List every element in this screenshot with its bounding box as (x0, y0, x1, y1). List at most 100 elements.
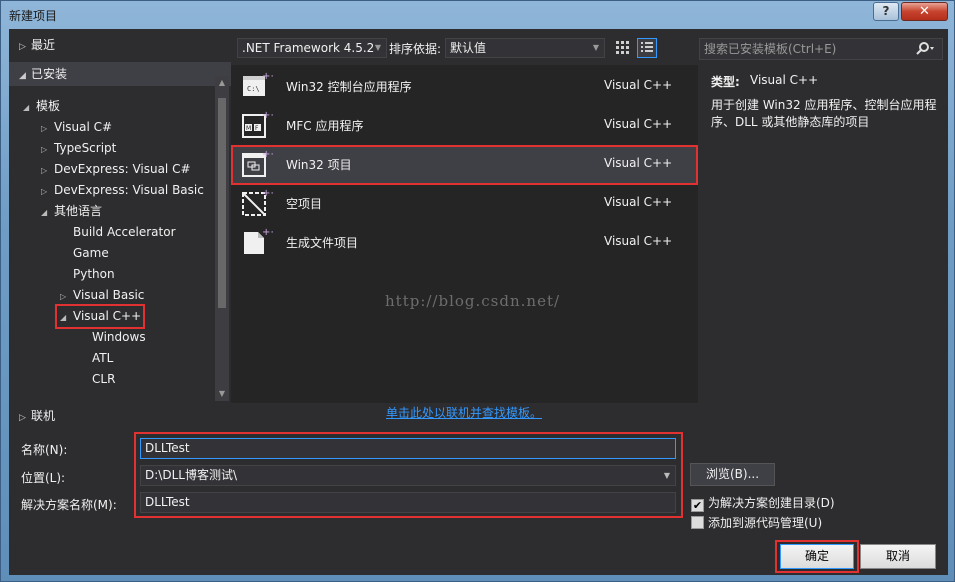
svg-text:++: ++ (262, 227, 273, 238)
empty-project-icon: ++ (241, 188, 279, 218)
template-description-panel: 类型: Visual C++ 用于创建 Win32 应用程序、控制台应用程序、D… (708, 65, 943, 403)
annotation-highlight (231, 145, 698, 185)
tree-item[interactable]: CLR (79, 369, 115, 390)
cancel-button[interactable]: 取消 (860, 544, 936, 569)
search-icon[interactable] (916, 42, 936, 56)
source-control-checkbox-row[interactable]: 添加到源代码管理(U) (691, 514, 822, 532)
tree-item-label: Game (73, 246, 109, 260)
expand-arrow-icon: ▷ (19, 413, 26, 423)
watermark-text: http://blog.csdn.net/ (385, 292, 561, 310)
sort-dropdown[interactable]: 默认值 ▼ (445, 38, 605, 58)
tree-item[interactable]: ATL (79, 348, 113, 369)
sort-label: 排序依据: (389, 42, 442, 56)
new-project-dialog: 新建项目 ? ✕ ▷ 最近 ◢ 已安装 ◢ 模板 ▷ Visual C# ▷ TypeScri… (0, 0, 955, 582)
template-item[interactable]: C:\++ Win32 控制台应用程序 Visual C++ (231, 67, 698, 106)
tree-item[interactable]: ▷ DevExpress: Visual C# (41, 159, 191, 180)
tree-item[interactable]: ◢ 模板 (23, 96, 60, 117)
tree-item-label: TypeScript (54, 141, 117, 155)
section-installed-label: 已安装 (31, 67, 68, 81)
description-text: 用于创建 Win32 应用程序、控制台应用程序、DLL 或其他静态库的项目 (711, 98, 937, 129)
title-bar: 新建项目 ? ✕ (1, 1, 955, 29)
expand-arrow-icon[interactable]: ▷ (41, 139, 54, 160)
framework-dropdown[interactable]: .NET Framework 4.5.2 ▼ (237, 38, 387, 58)
collapse-arrow-icon[interactable]: ◢ (41, 202, 54, 223)
source-control-label: 添加到源代码管理(U) (708, 516, 823, 530)
source-control-checkbox[interactable] (691, 516, 704, 529)
expand-arrow-icon: ▷ (19, 42, 26, 52)
tree-item-label: DevExpress: Visual C# (54, 162, 191, 176)
close-button[interactable]: ✕ (901, 2, 948, 21)
tree-item[interactable]: Windows (79, 327, 146, 348)
mfc-app-icon: MF++ (241, 110, 279, 140)
svg-text:M: M (246, 125, 251, 132)
makefile-project-icon: ++ (241, 227, 279, 257)
tree-item-label: Python (73, 267, 115, 281)
browse-button[interactable]: 浏览(B)... (690, 463, 775, 486)
tree-item[interactable]: Game (60, 243, 109, 264)
find-online-templates-link[interactable]: 单击此处以联机并查找模板。 (386, 404, 542, 421)
tree-item[interactable]: Python (60, 264, 115, 285)
chevron-down-icon: ▼ (592, 43, 599, 52)
list-view-icon[interactable] (637, 38, 657, 58)
expand-arrow-icon[interactable]: ▷ (41, 160, 54, 181)
svg-text:++: ++ (262, 188, 273, 199)
tree-item-label: Visual Basic (73, 288, 145, 302)
console-app-icon: C:\++ (241, 71, 279, 101)
svg-text:F: F (255, 125, 259, 132)
tree-item[interactable]: ▷ Visual Basic (60, 285, 144, 306)
scroll-down-icon[interactable]: ▼ (215, 387, 229, 401)
template-item[interactable]: ++ 生成文件项目 Visual C++ (231, 223, 698, 262)
tree-item-label: 其他语言 (54, 204, 103, 218)
small-icons-view-icon[interactable] (614, 39, 632, 57)
section-online[interactable]: ▷ 联机 (9, 404, 231, 428)
tree-item-label: Visual C# (54, 120, 113, 134)
framework-value: .NET Framework 4.5.2 (242, 41, 375, 55)
svg-text:++: ++ (262, 71, 273, 82)
template-name: Win32 控制台应用程序 (286, 80, 412, 94)
template-language: Visual C++ (604, 234, 673, 248)
template-language: Visual C++ (604, 78, 673, 92)
template-item[interactable]: MF++ MFC 应用程序 Visual C++ (231, 106, 698, 145)
annotation-highlight (134, 432, 683, 518)
section-installed[interactable]: ◢ 已安装 (9, 62, 231, 86)
expand-arrow-icon[interactable]: ▷ (41, 118, 54, 139)
scroll-up-icon[interactable]: ▲ (215, 76, 229, 90)
template-name: 生成文件项目 (286, 236, 359, 250)
location-label: 位置(L): (21, 471, 66, 485)
help-button[interactable]: ? (873, 2, 899, 21)
solution-name-label: 解决方案名称(M): (21, 498, 117, 512)
window-title: 新建项目 (9, 9, 58, 23)
template-item[interactable]: ++ 空项目 Visual C++ (231, 184, 698, 223)
template-tree-panel: ▷ 最近 ◢ 已安装 ◢ 模板 ▷ Visual C# ▷ TypeScript ▷ DevExp… (9, 29, 231, 403)
template-name: MFC 应用程序 (286, 119, 364, 133)
tree-scrollbar[interactable]: ▲ ▼ (215, 76, 229, 401)
tree-item-label: Windows (92, 330, 146, 344)
sort-value: 默认值 (450, 41, 487, 55)
tree-item[interactable]: ◢ 其他语言 (41, 201, 102, 222)
tree-item-label: Build Accelerator (73, 225, 176, 239)
create-directory-checkbox[interactable]: ✔ (691, 499, 704, 512)
collapse-arrow-icon[interactable]: ◢ (23, 97, 36, 118)
template-list: C:\++ Win32 控制台应用程序 Visual C++ MF++ MFC … (231, 65, 698, 403)
type-value: Visual C++ (750, 73, 819, 87)
tree-item-label: 模板 (36, 99, 61, 113)
tree-item[interactable]: ▷ Visual C# (41, 117, 112, 138)
template-language: Visual C++ (604, 117, 673, 131)
search-input[interactable]: 搜索已安装模板(Ctrl+E) (699, 38, 943, 60)
collapse-arrow-icon: ◢ (19, 71, 26, 81)
tree-item[interactable]: Build Accelerator (60, 222, 176, 243)
tree-item[interactable]: ▷ DevExpress: Visual Basic (41, 180, 204, 201)
expand-arrow-icon[interactable]: ▷ (41, 181, 54, 202)
svg-text:C:\: C:\ (247, 85, 260, 93)
tree-item[interactable]: ▷ TypeScript (41, 138, 116, 159)
svg-text:++: ++ (262, 110, 273, 121)
section-recent-label: 最近 (31, 38, 56, 52)
create-directory-checkbox-row[interactable]: ✔ 为解决方案创建目录(D) (691, 494, 835, 512)
search-placeholder: 搜索已安装模板(Ctrl+E) (704, 42, 837, 56)
tree-item-label: CLR (92, 372, 116, 386)
scrollbar-thumb[interactable] (218, 98, 226, 308)
tree-item-label: DevExpress: Visual Basic (54, 183, 204, 197)
dialog-client: ▷ 最近 ◢ 已安装 ◢ 模板 ▷ Visual C# ▷ TypeScript ▷ DevExp… (9, 29, 948, 575)
section-recent[interactable]: ▷ 最近 (9, 33, 231, 57)
name-label: 名称(N): (21, 443, 68, 457)
